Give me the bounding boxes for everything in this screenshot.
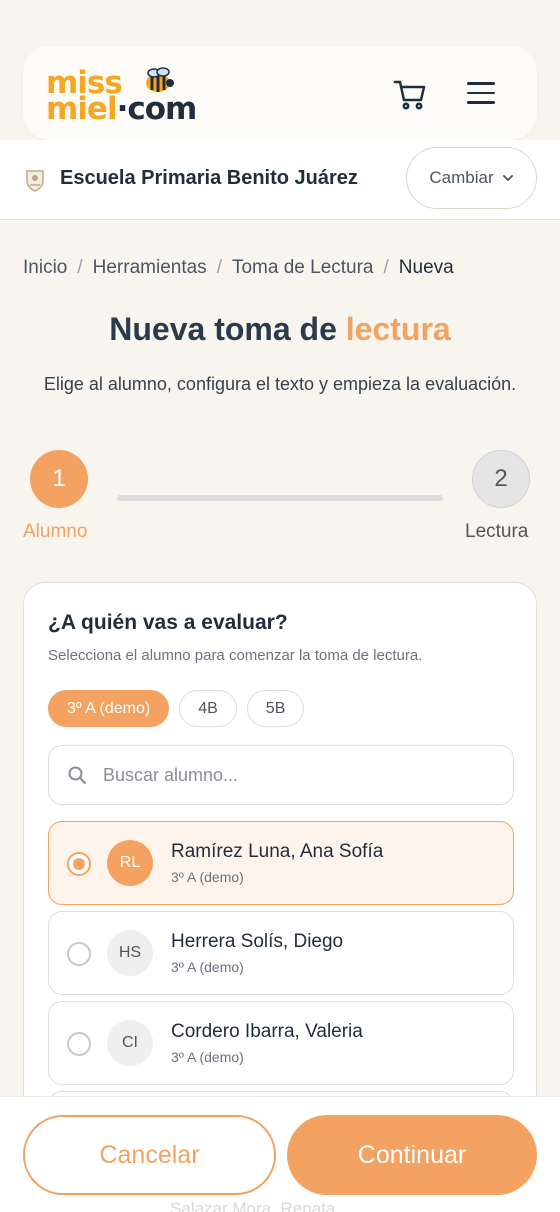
chevron-down-icon [502,175,513,182]
logo-text-com: com [127,91,197,127]
student-group: 3º A (demo) [171,959,244,975]
hamburger-menu-icon[interactable] [467,82,495,104]
group-filter-chips: 3º A (demo) 4B 5B [48,690,305,727]
step-2-label: Lectura [465,521,529,542]
change-school-button[interactable]: Cambiar [406,147,537,209]
logo-text-dot: · [116,91,129,127]
page-title-main: Nueva toma de [109,311,337,347]
step-1-label: Alumno [23,521,88,542]
missmiel-logo[interactable]: miss miel·com [46,66,206,126]
breadcrumb: Inicio / Herramientas / Toma de Lectura / Nuev… [23,257,454,279]
step-2-indicator: 2 [472,450,530,508]
bottom-action-bar: Salazar Mora, Renata Cancelar Continuar [0,1096,560,1212]
cancel-button[interactable]: Cancelar [23,1115,276,1195]
student-name: Ramírez Luna, Ana Sofía [171,841,384,862]
student-item-herrera[interactable]: HS Herrera Solís, Diego 3º A (demo) [48,911,514,995]
breadcrumb-tools[interactable]: Herramientas [93,257,207,278]
breadcrumb-separator: / [383,257,389,278]
student-item-cordero[interactable]: CI Cordero Ibarra, Valeria 3º A (demo) [48,1001,514,1085]
logo-text-mielcom: miel·com [46,91,197,127]
student-radio[interactable] [67,1032,91,1056]
step-1-indicator: 1 [30,450,88,508]
step-connector [117,495,443,501]
page-title: Nueva toma de lectura [0,311,560,348]
logo-text-miel: miel [46,91,118,127]
school-name: Escuela Primaria Benito Juárez [60,167,358,189]
card-title: ¿A quién vas a evaluar? [48,611,288,634]
change-school-label: Cambiar [429,168,494,187]
breadcrumb-reading[interactable]: Toma de Lectura [232,257,374,278]
search-icon [68,766,86,784]
group-chip-3a[interactable]: 3º A (demo) [48,690,170,727]
avatar: RL [107,840,153,886]
breadcrumb-separator: / [216,257,222,278]
page-title-accent: lectura [345,311,451,347]
student-group: 3º A (demo) [171,1049,244,1065]
continue-button[interactable]: Continuar [287,1115,537,1195]
card-subtitle: Selecciona el alumno para comenzar la to… [48,647,423,664]
breadcrumb-home[interactable]: Inicio [23,257,67,278]
student-radio-selected[interactable] [67,852,91,876]
top-navbar: miss miel·com [23,46,537,140]
student-name-peek: Salazar Mora, Renata [170,1199,336,1212]
top-header: miss miel·com [0,0,560,140]
group-chip-4b[interactable]: 4B [179,690,237,727]
student-group: 3º A (demo) [171,869,244,885]
avatar: CI [107,1020,153,1066]
page-subtitle: Elige al alumno, configura el texto y em… [43,374,517,394]
student-name: Cordero Ibarra, Valeria [171,1021,363,1042]
breadcrumb-current: Nueva [398,257,454,278]
school-selector-bar: Escuela Primaria Benito Juárez Cambiar [0,140,560,220]
student-radio[interactable] [67,942,91,966]
student-search-box [48,745,514,805]
school-crest-icon [26,170,44,192]
group-chip-5b[interactable]: 5B [246,690,305,727]
student-item-ramirez[interactable]: RL Ramírez Luna, Ana Sofía 3º A (demo) [48,821,514,905]
breadcrumb-separator: / [77,257,83,278]
cart-icon[interactable] [393,78,427,110]
student-search-input[interactable] [103,764,483,786]
avatar: HS [107,930,153,976]
student-name: Herrera Solís, Diego [171,931,344,952]
